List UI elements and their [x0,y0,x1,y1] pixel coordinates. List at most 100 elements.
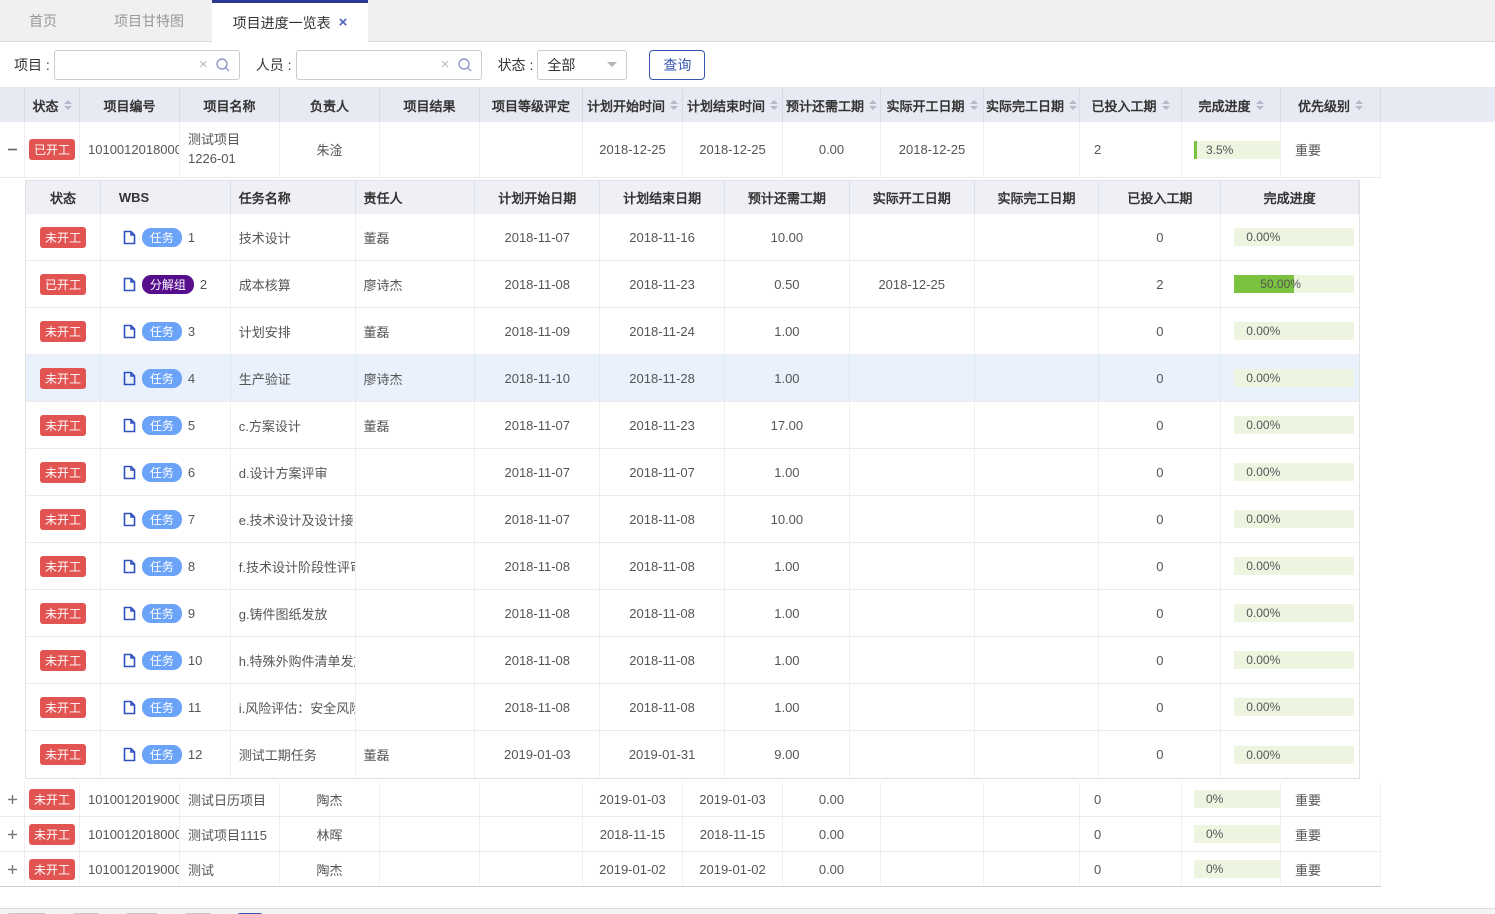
progress-bar: 0.00% [1234,604,1354,622]
task-plan-start-cell: 2018-11-10 [475,355,600,401]
document-icon[interactable] [123,230,136,245]
task-owner-cell: 董磊 [356,308,476,354]
table-row-project[interactable]: 未开工 1010012018000 测试项目1115 林晖 2018-11-15… [0,817,1381,852]
table-row-project[interactable]: 未开工 1010012019000 测试日历项目 陶杰 2019-01-03 2… [0,782,1381,817]
progress-label: 0.00% [1246,604,1280,622]
task-row[interactable]: 未开工 任务 10 h.特殊外购件清单发放 2018-11-08 2018-11… [26,637,1359,684]
progress-label: 3.5% [1206,141,1233,159]
document-icon[interactable] [123,559,136,574]
table-row-project[interactable]: 未开工 1010012019000 测试 陶杰 2019-01-02 2019-… [0,852,1381,887]
column-header-plan-start[interactable]: 计划开始时间 [583,88,683,122]
document-icon[interactable] [123,418,136,433]
progress-label: 0.00% [1246,322,1280,340]
task-owner-cell [356,684,476,730]
project-number-cell: 1010012018000 [80,817,180,851]
sort-icon [1256,96,1264,114]
column-header-invested[interactable]: 已投入工期 [1080,88,1182,122]
column-header-actual-end[interactable]: 实际完工日期 [984,88,1080,122]
table-row-project-expanded[interactable]: 已开工 1010012018000 测试项目1226-01 朱淦 2018-12… [0,122,1381,178]
document-icon[interactable] [123,465,136,480]
column-header-priority[interactable]: 优先级别 [1281,88,1381,122]
task-remain-cell: 10.00 [725,214,850,260]
project-filter-input[interactable]: × [54,50,240,80]
task-remain-cell: 1.00 [725,308,850,354]
search-icon[interactable] [457,57,473,73]
column-header-status[interactable]: 状态 [25,88,80,122]
clear-icon[interactable]: × [199,57,208,72]
column-header-result[interactable]: 项目结果 [380,88,480,122]
task-wbs-cell: 任务 9 [101,590,231,636]
tab-progress-list[interactable]: 项目进度一览表 × [212,0,368,42]
task-status-cell: 未开工 [26,449,101,495]
actual-start-cell [881,852,984,886]
task-row[interactable]: 未开工 任务 9 g.铸件图纸发放 2018-11-08 2018-11-08 … [26,590,1359,637]
task-name-cell: e.技术设计及设计接口 [231,496,356,542]
task-row[interactable]: 未开工 任务 3 计划安排 董磊 2018-11-09 2018-11-24 1… [26,308,1359,355]
status-badge: 已开工 [40,274,86,295]
document-icon[interactable] [123,512,136,527]
document-icon[interactable] [123,700,136,715]
expand-icon[interactable] [0,817,25,851]
document-icon[interactable] [123,371,136,386]
expand-icon[interactable] [0,782,25,816]
plan-end-cell: 2019-01-02 [683,852,783,886]
status-badge: 未开工 [40,509,86,530]
task-plan-end-cell: 2018-11-08 [600,590,725,636]
document-icon[interactable] [123,324,136,339]
task-row[interactable]: 未开工 任务 1 技术设计 董磊 2018-11-07 2018-11-16 1… [26,214,1359,261]
task-row[interactable]: 未开工 任务 12 测试工期任务 董磊 2019-01-03 2019-01-3… [26,731,1359,778]
wbs-number: 9 [188,606,195,621]
task-plan-end-cell: 2018-11-08 [600,684,725,730]
remain-cell: 0.00 [783,782,881,816]
status-badge: 未开工 [40,462,86,483]
column-header-project-name[interactable]: 项目名称 [180,88,280,122]
task-row[interactable]: 未开工 任务 7 e.技术设计及设计接口 2018-11-07 2018-11-… [26,496,1359,543]
document-icon[interactable] [123,277,136,292]
collapse-icon[interactable] [0,122,25,177]
task-row[interactable]: 未开工 任务 4 生产验证 廖诗杰 2018-11-10 2018-11-28 … [26,355,1359,402]
task-plan-start-cell: 2018-11-08 [475,543,600,589]
sub-column-actual-start: 实际开工日期 [850,181,975,214]
document-icon[interactable] [123,606,136,621]
wbs-number: 11 [188,700,202,715]
progress-bar: 3.5% [1194,141,1280,159]
task-plan-end-cell: 2019-01-31 [600,731,725,778]
actual-end-cell [984,782,1080,816]
task-row[interactable]: 未开工 任务 5 c.方案设计 董磊 2018-11-07 2018-11-23… [26,402,1359,449]
document-icon[interactable] [123,747,136,762]
person-filter-input[interactable]: × [296,50,482,80]
search-icon[interactable] [215,57,231,73]
owner-cell: 陶杰 [280,782,380,816]
document-icon[interactable] [123,653,136,668]
sort-icon [869,96,877,114]
tab-gantt[interactable]: 项目甘特图 [86,0,212,41]
task-row[interactable]: 未开工 任务 11 i.风险评估：安全风险 2018-11-08 2018-11… [26,684,1359,731]
task-actual-end-cell [975,637,1100,683]
task-invested-cell: 0 [1099,449,1221,495]
task-status-cell: 未开工 [26,496,101,542]
status-select[interactable]: 全部 [537,50,627,80]
column-header-plan-end[interactable]: 计划结束时间 [683,88,783,122]
query-button[interactable]: 查询 [649,50,705,80]
wbs-badge: 任务 [142,557,182,576]
task-plan-start-cell: 2018-11-07 [475,496,600,542]
task-actual-end-cell [975,449,1100,495]
task-progress-cell: 0.00% [1221,684,1359,730]
subtable-header: 状态 WBS 任务名称 责任人 计划开始日期 计划结束日期 预计还需工期 实际开… [26,181,1359,214]
column-header-project-number[interactable]: 项目编号 [80,88,180,122]
tab-home[interactable]: 首页 [0,0,86,41]
task-row[interactable]: 未开工 任务 6 d.设计方案评审 2018-11-07 2018-11-07 … [26,449,1359,496]
remain-cell: 0.00 [783,852,881,886]
clear-icon[interactable]: × [441,57,450,72]
column-header-remain[interactable]: 预计还需工期 [783,88,881,122]
status-select-value: 全部 [547,55,575,75]
status-badge-cell: 未开工 [25,817,80,851]
column-header-progress[interactable]: 完成进度 [1182,88,1281,122]
column-header-actual-start[interactable]: 实际开工日期 [881,88,984,122]
expand-icon[interactable] [0,852,25,886]
close-icon[interactable]: × [339,15,348,30]
task-row[interactable]: 已开工 分解组 2 成本核算 廖诗杰 2018-11-08 2018-11-23… [26,261,1359,308]
column-header-grade[interactable]: 项目等级评定 [480,88,583,122]
column-header-owner[interactable]: 负责人 [280,88,380,122]
task-row[interactable]: 未开工 任务 8 f.技术设计阶段性评审 2018-11-08 2018-11-… [26,543,1359,590]
